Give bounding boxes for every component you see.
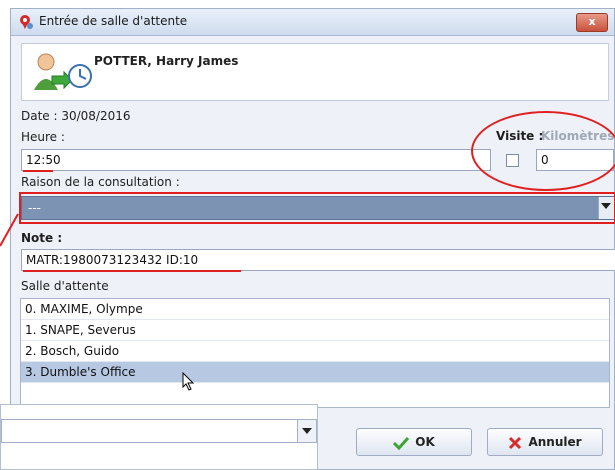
annotation-ellipse-visit (471, 111, 615, 191)
list-item-selected[interactable]: 3. Dumble's Office (21, 362, 609, 383)
cancel-button[interactable]: Annuler (487, 428, 603, 456)
checkmark-icon (393, 436, 410, 450)
cancel-label: Annuler (528, 435, 582, 449)
ok-label: OK (415, 435, 435, 449)
list-item[interactable]: 0. MAXIME, Olympe (21, 299, 609, 320)
list-item[interactable]: 2. Bosch, Guido (21, 341, 609, 362)
note-label: Note : (21, 231, 63, 245)
waiting-room-list[interactable]: 0. MAXIME, Olympe 1. SNAPE, Severus 2. B… (20, 298, 610, 408)
patient-clock-icon (34, 53, 92, 90)
title-bar[interactable]: Entrée de salle d'attente x (11, 9, 614, 36)
time-input[interactable]: 12:50 (21, 149, 491, 171)
patient-name: POTTER, Harry James (94, 54, 239, 68)
time-label: Heure : (21, 130, 65, 144)
reason-label: Raison de la consultation : (21, 175, 180, 189)
waiting-room-label: Salle d'attente (21, 279, 109, 293)
note-input[interactable]: MATR:1980073123432 ID:10 (21, 249, 615, 271)
location-pin-icon (20, 15, 33, 29)
date-text: Date : 30/08/2016 (21, 109, 131, 123)
overlay-select[interactable] (1, 419, 317, 443)
window-title: Entrée de salle d'attente (39, 14, 188, 28)
annotation-underline-note (23, 270, 241, 272)
ok-button[interactable]: OK (356, 428, 472, 456)
annotation-rect-reason (19, 192, 615, 224)
close-icon: x (588, 15, 596, 28)
annotation-underline-time (23, 170, 53, 172)
mouse-cursor-icon (182, 372, 195, 391)
chevron-down-icon (302, 428, 312, 434)
close-button[interactable]: x (576, 13, 608, 32)
cancel-x-icon (509, 436, 522, 449)
overlay-dropdown-panel (0, 404, 318, 470)
list-item[interactable]: 1. SNAPE, Severus (21, 320, 609, 341)
patient-header: POTTER, Harry James (21, 43, 609, 101)
annotation-arrow-line (0, 213, 19, 247)
